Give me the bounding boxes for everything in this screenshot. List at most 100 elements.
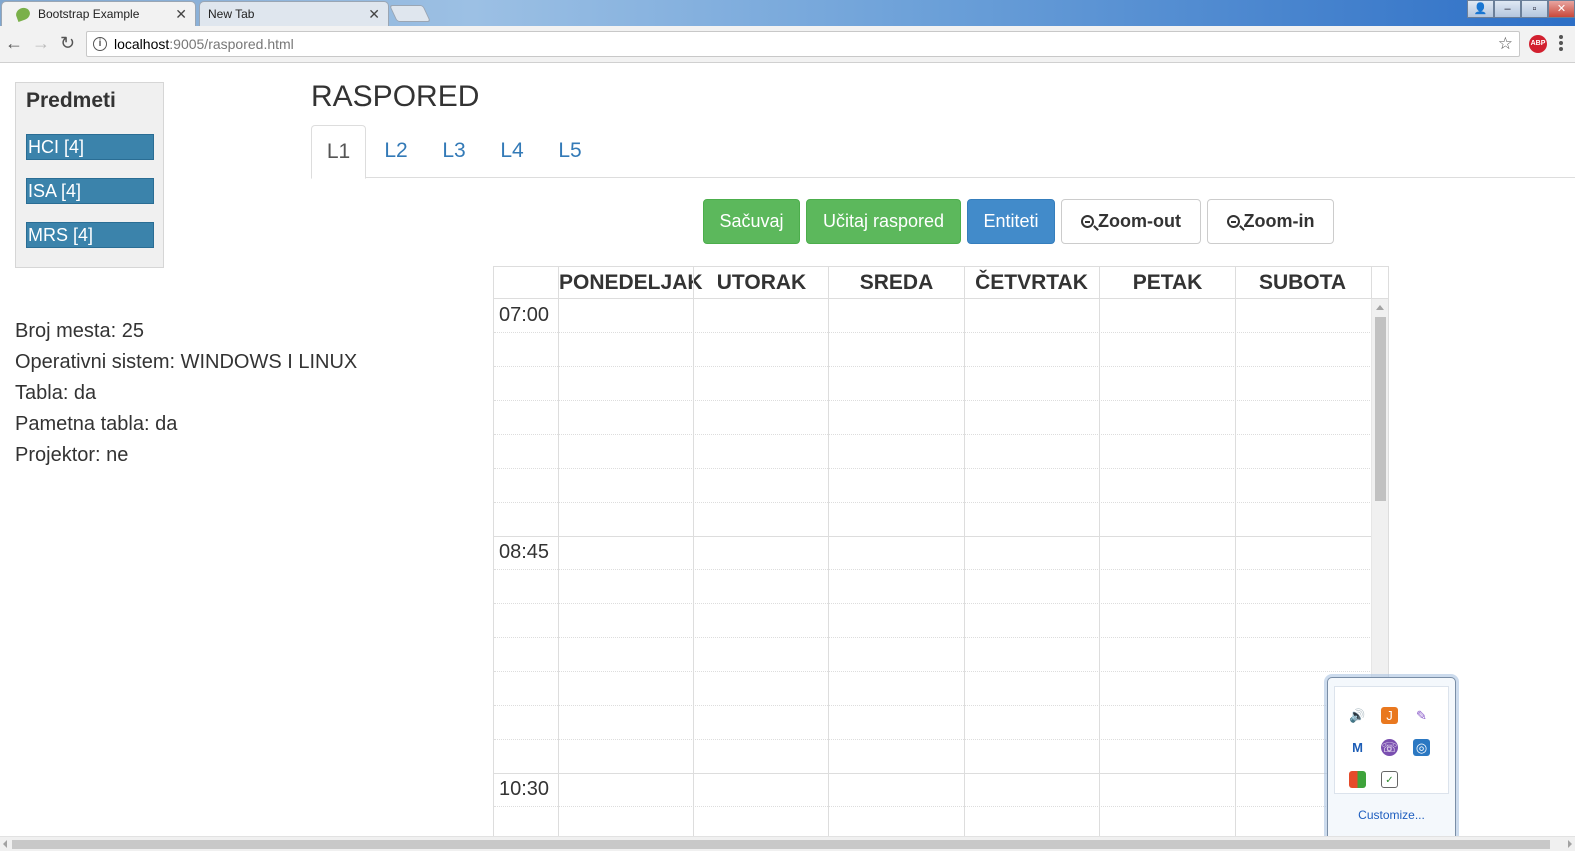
zoom-in-icon bbox=[1226, 215, 1240, 228]
viber-icon[interactable]: ☏ bbox=[1381, 739, 1398, 756]
entities-button[interactable]: Entiteti bbox=[967, 199, 1055, 244]
column-divider bbox=[1235, 267, 1236, 850]
close-window-button[interactable]: ✕ bbox=[1548, 0, 1575, 18]
tab-l3[interactable]: L3 bbox=[429, 125, 479, 178]
scrollbar-thumb[interactable] bbox=[1375, 317, 1386, 501]
info-projector: Projektor: ne bbox=[15, 444, 129, 466]
info-operating-system: Operativni sistem: WINDOWS I LINUX bbox=[15, 351, 358, 373]
slot-line bbox=[494, 502, 1372, 503]
adblock-plus-icon[interactable]: ABP bbox=[1529, 35, 1547, 53]
chrome-menu-icon[interactable] bbox=[1559, 35, 1563, 53]
subjects-panel: Predmeti HCI [4] ISA [4] MRS [4] bbox=[15, 82, 164, 268]
classroom-tabs: L1 L2 L3 L4 L5 bbox=[311, 125, 1575, 179]
malwarebytes-icon[interactable]: M bbox=[1349, 739, 1366, 756]
column-divider bbox=[964, 267, 965, 850]
scroll-up-arrow-icon[interactable] bbox=[1376, 305, 1384, 310]
window-controls: 👤 – ▫ ✕ bbox=[1467, 0, 1575, 18]
slot-line bbox=[494, 434, 1372, 435]
page-title: RASPORED bbox=[311, 80, 480, 113]
slot-line bbox=[494, 603, 1372, 604]
zoom-out-label: Zoom-out bbox=[1098, 211, 1181, 231]
browser-tab-title: New Tab bbox=[208, 7, 255, 21]
customize-link[interactable]: Customize... bbox=[1328, 808, 1455, 822]
column-divider bbox=[558, 267, 559, 850]
slot-line bbox=[494, 569, 1372, 570]
scrollbar-thumb[interactable] bbox=[12, 840, 1550, 849]
day-header-thursday: ČETVRTAK bbox=[975, 271, 1088, 294]
tab-l4[interactable]: L4 bbox=[487, 125, 537, 178]
tab-l2[interactable]: L2 bbox=[371, 125, 421, 178]
minimize-button[interactable]: – bbox=[1494, 0, 1521, 18]
user-profile-icon[interactable]: 👤 bbox=[1467, 0, 1494, 18]
slot-line bbox=[494, 637, 1372, 638]
slot-line bbox=[494, 468, 1372, 469]
network-icon[interactable]: ◎ bbox=[1413, 739, 1430, 756]
scroll-left-arrow-icon[interactable] bbox=[3, 840, 7, 848]
day-header-monday: PONEDELJAK bbox=[559, 271, 703, 294]
time-block-line bbox=[494, 773, 1372, 774]
subject-item-hci[interactable]: HCI [4] bbox=[26, 134, 154, 160]
day-header-tuesday: UTORAK bbox=[716, 271, 807, 294]
info-seats: Broj mesta: 25 bbox=[15, 320, 144, 342]
address-bar[interactable]: i localhost:9005/raspored.html ☆ bbox=[86, 31, 1520, 57]
slot-line bbox=[494, 332, 1372, 333]
classroom-info: Broj mesta: 25 Operativni sistem: WINDOW… bbox=[15, 316, 357, 471]
day-header-friday: PETAK bbox=[1132, 271, 1203, 294]
slot-line bbox=[494, 366, 1372, 367]
browser-tab-bootstrap-example[interactable]: Bootstrap Example ✕ bbox=[1, 1, 196, 26]
slot-line bbox=[494, 671, 1372, 672]
time-label-0845: 08:45 bbox=[499, 541, 550, 563]
zoom-out-icon bbox=[1081, 215, 1095, 228]
slot-line bbox=[494, 806, 1372, 807]
zoom-in-label: Zoom-in bbox=[1243, 211, 1315, 231]
tab-l1[interactable]: L1 bbox=[311, 125, 366, 179]
time-block-line bbox=[494, 536, 1372, 537]
browser-tab-strip: Bootstrap Example ✕ New Tab ✕ 👤 – ▫ ✕ bbox=[0, 0, 1575, 26]
slot-line bbox=[494, 705, 1372, 706]
reload-icon[interactable]: ↻ bbox=[60, 34, 75, 52]
browser-tab-title: Bootstrap Example bbox=[38, 7, 140, 21]
bookmark-star-icon[interactable]: ☆ bbox=[1498, 32, 1513, 56]
info-icon[interactable]: i bbox=[93, 37, 107, 51]
column-divider bbox=[828, 267, 829, 850]
slot-line bbox=[494, 739, 1372, 740]
column-divider bbox=[693, 267, 694, 850]
scroll-right-arrow-icon[interactable] bbox=[1568, 840, 1572, 848]
save-button[interactable]: Sačuvaj bbox=[703, 199, 800, 244]
time-label-0700: 07:00 bbox=[499, 304, 550, 326]
url-text: localhost:9005/raspored.html bbox=[114, 36, 294, 52]
schedule-grid[interactable]: PONEDELJAK UTORAK SREDA ČETVRTAK PETAK S… bbox=[493, 266, 1389, 851]
close-tab-icon[interactable]: ✕ bbox=[175, 3, 187, 25]
java-icon[interactable]: J bbox=[1381, 707, 1398, 724]
day-header-saturday: SUBOTA bbox=[1258, 271, 1347, 294]
zoom-in-button[interactable]: Zoom-in bbox=[1207, 199, 1334, 244]
subjects-title: Predmeti bbox=[26, 89, 116, 112]
tray-icon-area: 🔊 J ✎ M ☏ ◎ ✓ bbox=[1334, 686, 1449, 794]
page-horizontal-scrollbar[interactable] bbox=[0, 836, 1575, 851]
forward-arrow-icon[interactable]: → bbox=[32, 34, 50, 52]
day-header-wednesday: SREDA bbox=[859, 271, 934, 294]
feather-icon[interactable]: ✎ bbox=[1413, 707, 1430, 724]
back-arrow-icon[interactable]: ← bbox=[5, 34, 23, 52]
time-label-1030: 10:30 bbox=[499, 778, 550, 800]
zoom-out-button[interactable]: Zoom-out bbox=[1061, 199, 1201, 244]
leaf-favicon-icon bbox=[14, 5, 32, 23]
browser-toolbar: ← → ↻ i localhost:9005/raspored.html ☆ A… bbox=[0, 26, 1575, 63]
info-board: Tabla: da bbox=[15, 382, 97, 404]
info-smart-board: Pametna tabla: da bbox=[15, 413, 178, 435]
load-schedule-button[interactable]: Učitaj raspored bbox=[806, 199, 961, 244]
browser-tab-new-tab[interactable]: New Tab ✕ bbox=[199, 1, 389, 26]
clipboard-icon[interactable]: ✓ bbox=[1381, 771, 1398, 788]
new-tab-button[interactable] bbox=[389, 5, 431, 22]
subject-item-mrs[interactable]: MRS [4] bbox=[26, 222, 154, 248]
windows-flag-icon[interactable] bbox=[1349, 771, 1366, 788]
close-tab-icon[interactable]: ✕ bbox=[368, 3, 380, 25]
schedule-header: PONEDELJAK UTORAK SREDA ČETVRTAK PETAK S… bbox=[494, 267, 1388, 299]
tab-l5[interactable]: L5 bbox=[545, 125, 595, 178]
maximize-button[interactable]: ▫ bbox=[1521, 0, 1548, 18]
system-tray-popup: 🔊 J ✎ M ☏ ◎ ✓ Customize... bbox=[1327, 677, 1456, 845]
subject-item-isa[interactable]: ISA [4] bbox=[26, 178, 154, 204]
column-divider bbox=[1099, 267, 1100, 850]
speaker-icon[interactable]: 🔊 bbox=[1349, 707, 1366, 724]
slot-line bbox=[494, 400, 1372, 401]
